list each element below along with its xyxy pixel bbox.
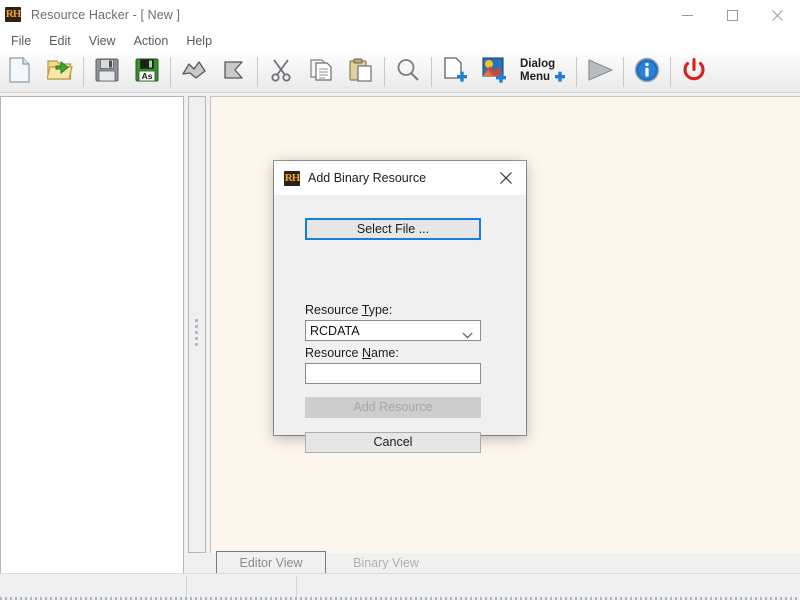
menu-item-edit[interactable]: Edit	[40, 32, 80, 51]
splitter-grip	[195, 319, 199, 349]
toolbar-button-find[interactable]	[388, 53, 428, 91]
toolbar-separator	[83, 57, 84, 87]
svg-text:Dialog: Dialog	[520, 58, 555, 70]
menubar: File Edit View Action Help	[0, 30, 800, 52]
tab-editor-view[interactable]: Editor View	[216, 551, 326, 574]
toolbar-button-add-dialog-menu[interactable]: Dialog Menu	[515, 53, 573, 91]
resource-name-label-pre: Resource	[305, 346, 362, 360]
save-icon	[95, 58, 119, 87]
resource-name-label-accel: N	[361, 346, 372, 360]
copy-icon	[309, 58, 333, 87]
toolbar-separator	[431, 57, 432, 87]
maximize-icon[interactable]	[710, 0, 755, 30]
info-icon	[634, 57, 660, 88]
status-cell-2	[186, 576, 297, 598]
resource-tree-panel[interactable]	[0, 96, 184, 579]
panel-splitter[interactable]	[188, 96, 206, 553]
close-icon[interactable]	[755, 0, 800, 30]
toolbar-button-compile-script[interactable]	[214, 53, 254, 91]
tab-editor-view-label: Editor View	[239, 555, 303, 570]
toolbar-separator	[170, 57, 171, 87]
window-controls	[665, 0, 800, 30]
toolbar-button-exit[interactable]	[674, 53, 714, 91]
toolbar-separator	[576, 57, 577, 87]
save-as-icon: As	[135, 58, 159, 87]
resource-type-value: RCDATA	[310, 323, 360, 338]
cancel-button[interactable]: Cancel	[305, 432, 481, 453]
edit-script-icon	[181, 59, 207, 86]
resource-type-label-accel: T	[361, 303, 369, 317]
dialog-title: Add Binary Resource	[308, 171, 427, 185]
svg-text:Menu: Menu	[520, 71, 550, 83]
cut-icon	[270, 58, 292, 87]
toolbar-button-run[interactable]	[580, 53, 620, 91]
add-binary-resource-dialog: RH Add Binary Resource Select File ... R…	[274, 161, 526, 453]
open-file-icon	[46, 58, 73, 87]
statusbar	[0, 573, 800, 600]
select-file-button[interactable]: Select File ...	[305, 218, 481, 240]
tab-binary-view[interactable]: Binary View	[331, 551, 441, 574]
toolbar-separator	[623, 57, 624, 87]
resource-name-field-wrap[interactable]	[305, 363, 481, 384]
toolbar: As Dialog Menu	[0, 52, 800, 93]
menu-item-help[interactable]: Help	[177, 32, 221, 51]
add-dialog-menu-icon: Dialog Menu	[518, 55, 570, 90]
add-binary-resource-icon	[442, 56, 468, 88]
rh-logo-icon: RH	[5, 7, 21, 22]
status-cell-1	[0, 576, 187, 598]
svg-text:As: As	[142, 71, 153, 81]
toolbar-button-paste[interactable]	[341, 53, 381, 91]
toolbar-button-about[interactable]	[627, 53, 667, 91]
resource-name-label-post: ame:	[371, 346, 399, 360]
toolbar-button-add-binary-resource[interactable]	[435, 53, 475, 91]
menu-item-file[interactable]: File	[2, 32, 40, 51]
resource-type-combobox[interactable]: RCDATA	[305, 320, 481, 341]
toolbar-separator	[670, 57, 671, 87]
toolbar-button-save[interactable]	[87, 53, 127, 91]
toolbar-button-edit-script[interactable]	[174, 53, 214, 91]
toolbar-button-add-image-resource[interactable]	[475, 53, 515, 91]
resource-type-label-post: ype:	[368, 303, 393, 317]
menu-item-view[interactable]: View	[80, 32, 125, 51]
window-title: Resource Hacker - [ New ]	[31, 8, 181, 22]
resource-type-label-pre: Resource	[305, 303, 362, 317]
menu-item-action[interactable]: Action	[125, 32, 178, 51]
paste-icon	[349, 58, 373, 87]
chevron-down-icon	[462, 326, 473, 344]
toolbar-button-new[interactable]	[0, 53, 40, 91]
toolbar-button-save-as[interactable]: As	[127, 53, 167, 91]
add-image-resource-icon	[482, 56, 508, 88]
dialog-close-icon[interactable]	[486, 161, 526, 195]
search-icon	[396, 58, 420, 87]
exit-power-icon	[681, 57, 707, 88]
toolbar-button-open[interactable]	[40, 53, 80, 91]
minimize-icon[interactable]	[665, 0, 710, 30]
toolbar-separator	[384, 57, 385, 87]
resource-name-label: Resource Name:	[305, 346, 399, 360]
window-titlebar: RH Resource Hacker - [ New ]	[0, 0, 800, 30]
run-icon	[585, 58, 615, 87]
resource-hacker-window: RH Resource Hacker - [ New ] File Edit V…	[0, 0, 800, 600]
dialog-titlebar: RH Add Binary Resource	[274, 161, 526, 195]
rh-logo-icon: RH	[284, 170, 300, 186]
view-tabstrip: Editor View Binary View	[206, 551, 800, 575]
tab-binary-view-label: Binary View	[353, 555, 419, 570]
resource-name-input[interactable]	[306, 364, 480, 383]
add-resource-button[interactable]: Add Resource	[305, 397, 481, 418]
toolbar-separator	[257, 57, 258, 87]
status-cell-3	[296, 576, 800, 598]
toolbar-button-cut[interactable]	[261, 53, 301, 91]
dialog-body: Select File ... Resource Type: RCDATA Re…	[274, 195, 526, 453]
resource-type-label: Resource Type:	[305, 303, 392, 317]
new-file-icon	[8, 56, 32, 88]
compile-script-icon	[222, 59, 246, 86]
toolbar-button-copy[interactable]	[301, 53, 341, 91]
